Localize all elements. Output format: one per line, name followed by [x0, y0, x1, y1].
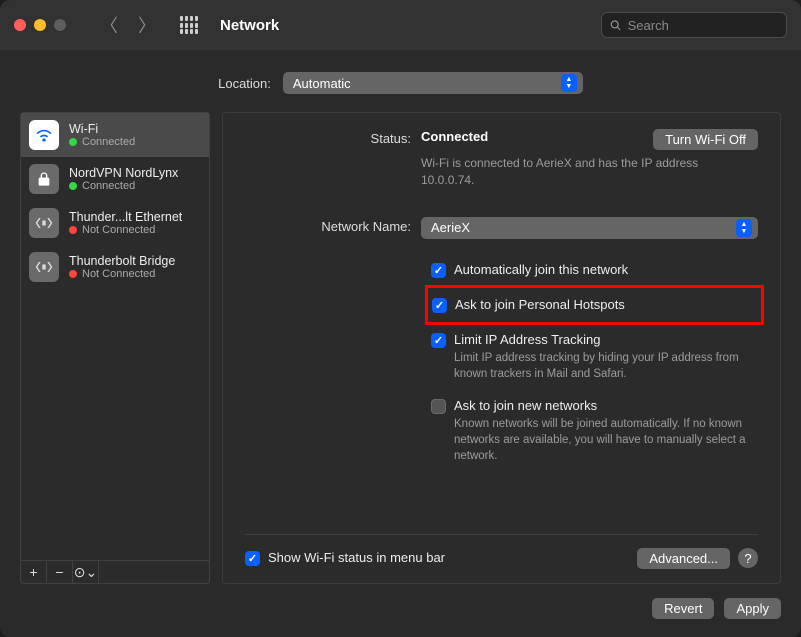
interface-name: Thunderbolt Bridge	[69, 254, 175, 268]
traffic-lights	[14, 19, 66, 31]
titlebar: 〈 〉 Network	[0, 0, 801, 50]
bottom-buttons: Revert Apply	[0, 598, 801, 637]
network-preferences-window: 〈 〉 Network Location: Automatic ▲▼	[0, 0, 801, 637]
checkbox-icon[interactable]	[431, 333, 446, 348]
status-label: Status:	[245, 129, 421, 146]
interface-status: Connected	[69, 180, 178, 192]
sidebar-footer: + − ⊙⌄	[21, 560, 209, 583]
window-title: Network	[220, 17, 279, 34]
checkbox-row-ask-hotspot[interactable]: Ask to join Personal Hotspots	[432, 294, 757, 316]
sidebar-item-nordvpn[interactable]: NordVPN NordLynx Connected	[21, 157, 209, 201]
checkbox-row-limit-tracking[interactable]: Limit IP Address Tracking Limit IP addre…	[431, 329, 758, 385]
checkbox-label: Automatically join this network	[454, 262, 628, 277]
remove-interface-button[interactable]: −	[47, 561, 73, 583]
ethernet-icon	[29, 208, 59, 238]
lock-icon	[29, 164, 59, 194]
network-name-dropdown[interactable]: AerieX ▲▼	[421, 217, 758, 239]
sidebar-item-thunderbolt-bridge[interactable]: Thunderbolt Bridge Not Connected	[21, 245, 209, 289]
nav-back-button[interactable]: 〈	[100, 12, 118, 38]
dropdown-arrows-icon: ▲▼	[736, 219, 752, 237]
checkbox-icon[interactable]	[245, 551, 260, 566]
checkbox-description: Limit IP address tracking by hiding your…	[454, 350, 754, 382]
checkbox-icon[interactable]	[431, 263, 446, 278]
highlight-annotation: Ask to join Personal Hotspots	[425, 285, 764, 325]
interface-options-button[interactable]: ⊙⌄	[73, 561, 99, 583]
show-all-icon[interactable]	[180, 16, 198, 34]
interfaces-sidebar: Wi-Fi Connected NordVPN NordLynx	[20, 112, 210, 584]
wifi-icon	[29, 120, 59, 150]
add-interface-button[interactable]: +	[21, 561, 47, 583]
network-name-value: AerieX	[431, 220, 470, 235]
main-panel: Status: Connected Turn Wi-Fi Off Wi-Fi i…	[222, 112, 781, 584]
interface-name: Wi-Fi	[69, 122, 135, 136]
sidebar-item-wifi[interactable]: Wi-Fi Connected	[21, 113, 209, 157]
maximize-button[interactable]	[54, 19, 66, 31]
help-button[interactable]: ?	[738, 548, 758, 568]
advanced-button[interactable]: Advanced...	[637, 548, 730, 569]
checkbox-row-auto-join[interactable]: Automatically join this network	[431, 259, 758, 281]
status-description: Wi-Fi is connected to AerieX and has the…	[421, 155, 721, 189]
search-field[interactable]	[601, 12, 787, 38]
location-value: Automatic	[293, 76, 351, 91]
status-dot-icon	[69, 138, 77, 146]
minimize-button[interactable]	[34, 19, 46, 31]
nav-forward-button[interactable]: 〉	[138, 12, 156, 38]
interface-status: Not Connected	[69, 268, 175, 280]
checkbox-icon[interactable]	[432, 298, 447, 313]
sidebar-item-thunderbolt-ethernet[interactable]: Thunder...lt Ethernet Not Connected	[21, 201, 209, 245]
interface-name: NordVPN NordLynx	[69, 166, 178, 180]
close-button[interactable]	[14, 19, 26, 31]
checkbox-label: Ask to join Personal Hotspots	[455, 297, 625, 312]
dropdown-arrows-icon: ▲▼	[561, 74, 577, 92]
interface-name: Thunder...lt Ethernet	[69, 210, 182, 224]
checkbox-label: Ask to join new networks	[454, 398, 754, 413]
location-row: Location: Automatic ▲▼	[0, 50, 801, 112]
checkbox-row-show-menubar[interactable]: Show Wi-Fi status in menu bar	[245, 547, 445, 569]
network-name-label: Network Name:	[245, 217, 421, 234]
interface-status: Not Connected	[69, 224, 182, 236]
ethernet-icon	[29, 252, 59, 282]
search-input[interactable]	[628, 18, 778, 33]
status-dot-icon	[69, 270, 77, 278]
checkbox-label: Limit IP Address Tracking	[454, 332, 754, 347]
checkbox-description: Known networks will be joined automatica…	[454, 416, 754, 464]
status-dot-icon	[69, 226, 77, 234]
location-label: Location:	[218, 76, 271, 91]
status-dot-icon	[69, 182, 77, 190]
location-dropdown[interactable]: Automatic ▲▼	[283, 72, 583, 94]
checkbox-icon[interactable]	[431, 399, 446, 414]
revert-button[interactable]: Revert	[652, 598, 714, 619]
interface-status: Connected	[69, 136, 135, 148]
apply-button[interactable]: Apply	[724, 598, 781, 619]
checkbox-label: Show Wi-Fi status in menu bar	[268, 550, 445, 565]
turn-wifi-off-button[interactable]: Turn Wi-Fi Off	[653, 129, 758, 150]
status-value: Connected	[421, 129, 488, 144]
search-icon	[610, 19, 622, 32]
checkbox-row-ask-new[interactable]: Ask to join new networks Known networks …	[431, 395, 758, 467]
